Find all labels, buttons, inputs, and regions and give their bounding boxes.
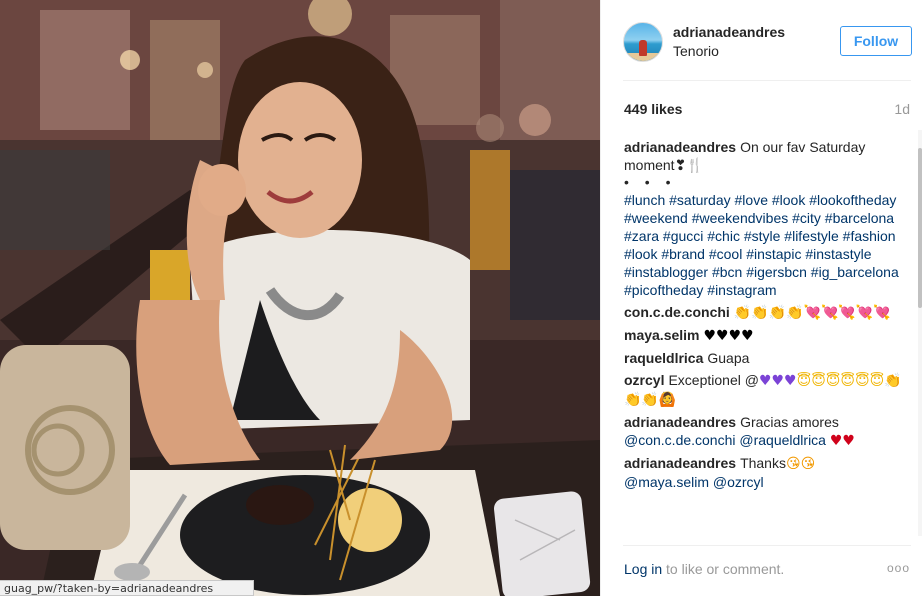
avatar[interactable]	[623, 22, 663, 62]
black-heart-emoji: ♥♥♥♥	[703, 328, 754, 344]
login-prompt: Log in to like or comment.	[624, 561, 784, 577]
comment-text: Thanks	[740, 455, 786, 471]
avatar-figure	[639, 40, 647, 56]
comment-text: Exceptionel @	[668, 372, 759, 388]
list-item: raqueldlrica Guapa	[624, 349, 904, 367]
likes-count[interactable]: 449 likes	[624, 101, 682, 117]
login-rest: to like or comment.	[662, 561, 785, 577]
comment-text: Guapa	[707, 350, 750, 366]
photo-illustration	[0, 0, 600, 596]
location-link[interactable]: Tenorio	[673, 43, 719, 59]
comments-list[interactable]: adrianadeandres On our fav Saturday momen…	[624, 138, 904, 536]
caption-emoji: ❣🍴	[674, 158, 704, 174]
list-item: con.c.de.conchi 👏👏👏👏💘💘💘💘💘	[624, 303, 904, 322]
comments-scrollbar[interactable]	[918, 130, 922, 536]
list-item: ozrcyl Exceptionel @♥♥♥😇😇😇😇😇😇👏👏👏🙆	[624, 371, 904, 409]
list-item: adrianadeandres Gracias amores @con.c.de.…	[624, 413, 904, 450]
comment-user-link[interactable]: raqueldlrica	[624, 350, 703, 366]
caption-hashtags[interactable]: #lunch #saturday #love #look #lookofthed…	[624, 191, 904, 299]
smile-emoji: 😇😇😇😇😇😇	[796, 373, 885, 389]
caption-dots: • • •	[624, 174, 677, 190]
more-options-icon[interactable]: ooo	[887, 561, 910, 575]
heart-arrow-emoji: 💘💘💘💘💘	[803, 305, 891, 321]
caption: adrianadeandres On our fav Saturday momen…	[624, 138, 904, 299]
list-item: adrianadeandres Thanks😘😘 @maya.selim @ozr…	[624, 454, 904, 491]
follow-button[interactable]: Follow	[840, 26, 912, 56]
comment-mentions[interactable]: @maya.selim @ozrcyl	[624, 473, 904, 491]
post-age[interactable]: 1d	[894, 101, 910, 117]
post-photo[interactable]: guag_pw/?taken-by=adrianadeandres	[0, 0, 600, 596]
kiss-emoji: 😘😘	[785, 456, 816, 472]
scrollbar-thumb[interactable]	[918, 148, 922, 308]
comment-user-link[interactable]: adrianadeandres	[624, 455, 736, 471]
purple-heart-emoji: ♥♥♥	[758, 373, 797, 389]
caption-user-link[interactable]: adrianadeandres	[624, 139, 736, 155]
comment-user-link[interactable]: adrianadeandres	[624, 414, 736, 430]
comment-user-link[interactable]: ozrcyl	[624, 372, 664, 388]
comment-user-link[interactable]: maya.selim	[624, 327, 700, 343]
comment-user-link[interactable]: con.c.de.conchi	[624, 304, 730, 320]
post-side-panel: adrianadeandres Tenorio Follow 449 likes…	[600, 0, 923, 596]
login-link[interactable]: Log in	[624, 561, 662, 577]
clap-emoji: 👏👏👏👏	[733, 305, 804, 321]
url-tooltip: guag_pw/?taken-by=adrianadeandres	[0, 580, 254, 596]
comment-text: Gracias amores	[740, 414, 839, 430]
post-header: adrianadeandres Tenorio Follow	[601, 0, 923, 80]
post-footer: Log in to like or comment. ooo	[601, 545, 923, 596]
header-divider	[623, 80, 911, 81]
comment-mentions[interactable]: @con.c.de.conchi @raqueldlrica	[624, 432, 826, 448]
username-link[interactable]: adrianadeandres	[673, 24, 785, 40]
list-item: maya.selim ♥♥♥♥	[624, 326, 904, 345]
heart-emoji: ♥♥	[829, 433, 855, 449]
